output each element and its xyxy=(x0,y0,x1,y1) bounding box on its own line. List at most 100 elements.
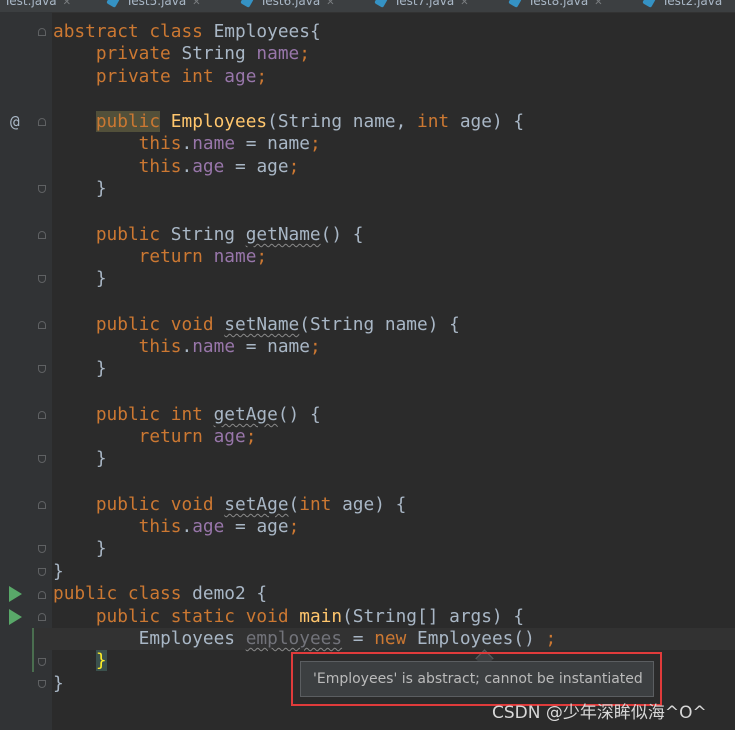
fold-end-icon[interactable] xyxy=(38,568,46,576)
keyword: private int xyxy=(95,66,225,87)
code-line-8[interactable]: } xyxy=(53,178,107,200)
field-name: name xyxy=(256,43,300,64)
fold-icon[interactable] xyxy=(38,321,46,329)
code-line-2[interactable]: private String name; xyxy=(53,43,310,65)
override-marker-icon[interactable]: @ xyxy=(10,112,20,131)
code-line-16[interactable]: } xyxy=(53,358,107,380)
close-icon[interactable]: ✕ xyxy=(326,0,334,8)
dot: . xyxy=(181,133,193,154)
method-name: setName xyxy=(224,314,300,335)
code-line-5[interactable]: public Employees(String name, int age) { xyxy=(53,111,524,133)
keyword: public static void xyxy=(95,606,300,627)
semicolon: ; xyxy=(288,516,300,537)
close-icon[interactable]: ✕ xyxy=(594,0,602,8)
field-name: age xyxy=(224,66,257,87)
java-file-icon xyxy=(240,0,254,8)
params: (String[] args) { xyxy=(342,606,525,627)
error-expression[interactable]: Employees() xyxy=(406,628,545,649)
code-line-19[interactable]: return age; xyxy=(53,426,257,448)
run-main-icon[interactable] xyxy=(9,609,22,625)
semicolon: ; xyxy=(299,43,310,64)
keyword: public void xyxy=(95,314,225,335)
fold-end-icon[interactable] xyxy=(38,275,46,283)
fold-icon[interactable] xyxy=(38,118,46,126)
code-line-30[interactable]: } xyxy=(53,673,64,695)
expression: = age xyxy=(224,156,289,177)
fold-end-icon[interactable] xyxy=(38,658,46,666)
semicolon: ; xyxy=(256,246,268,267)
code-line-6[interactable]: this.name = name; xyxy=(53,133,321,155)
semicolon: ; xyxy=(288,156,300,177)
params: () { xyxy=(320,224,364,245)
tab-label: Test5.java xyxy=(126,0,187,8)
code-line-7[interactable]: this.age = age; xyxy=(53,156,300,178)
keyword: return xyxy=(138,426,214,447)
expression: = name xyxy=(235,133,310,154)
java-file-icon xyxy=(374,0,388,8)
brace: } xyxy=(95,448,107,469)
field-name: age xyxy=(192,516,225,537)
semicolon: ; xyxy=(309,133,321,154)
tab-test2[interactable]: Test2.java xyxy=(642,0,722,12)
keyword: int xyxy=(417,111,450,132)
code-line-25[interactable]: } xyxy=(53,561,64,583)
fold-icon[interactable] xyxy=(38,231,46,239)
fold-end-icon[interactable] xyxy=(38,455,46,463)
code-line-14[interactable]: public void setName(String name) { xyxy=(53,314,460,336)
semicolon: ; xyxy=(309,336,321,357)
class-name: Employees{ xyxy=(213,21,321,42)
method-name: setAge xyxy=(224,494,289,515)
code-line-1[interactable]: abstract class Employees{ xyxy=(53,21,321,43)
fold-icon[interactable] xyxy=(38,501,46,509)
fold-icon[interactable] xyxy=(38,613,46,621)
fold-end-icon[interactable] xyxy=(38,680,46,688)
paren: ( xyxy=(288,494,300,515)
fold-end-icon[interactable] xyxy=(38,545,46,553)
vcs-change-marker[interactable] xyxy=(32,628,34,672)
keyword: public class xyxy=(53,583,193,604)
expression: = name xyxy=(235,336,310,357)
code-line-11[interactable]: return name; xyxy=(53,246,267,268)
close-icon[interactable]: ✕ xyxy=(460,0,468,8)
code-line-18[interactable]: public int getAge() { xyxy=(53,404,321,426)
method-name: getName xyxy=(245,224,321,245)
tab-test[interactable]: Test.java ✕ xyxy=(4,0,71,12)
java-file-icon xyxy=(106,0,120,8)
tab-test7[interactable]: Test7.java ✕ xyxy=(374,0,469,12)
fold-icon[interactable] xyxy=(38,28,46,36)
constructor-name: Employees xyxy=(170,111,268,132)
close-icon[interactable]: ✕ xyxy=(63,0,71,8)
keyword: abstract class xyxy=(53,21,214,42)
code-line-12[interactable]: } xyxy=(53,268,107,290)
params: () { xyxy=(277,404,321,425)
code-line-3[interactable]: private int age; xyxy=(53,66,267,88)
run-class-icon[interactable] xyxy=(9,586,22,602)
close-icon[interactable]: ✕ xyxy=(192,0,200,8)
code-line-10[interactable]: public String getName() { xyxy=(53,224,364,246)
fold-icon[interactable] xyxy=(38,591,46,599)
keyword: this xyxy=(138,133,182,154)
tab-test8[interactable]: Test8.java ✕ xyxy=(508,0,603,12)
keyword: this xyxy=(138,156,182,177)
java-file-icon xyxy=(508,0,522,8)
tab-test5[interactable]: Test5.java ✕ xyxy=(106,0,201,12)
code-line-20[interactable]: } xyxy=(53,448,107,470)
tab-test6[interactable]: Test6.java ✕ xyxy=(240,0,335,12)
keyword: this xyxy=(138,336,182,357)
keyword: new xyxy=(374,628,407,649)
code-line-22[interactable]: public void setAge(int age) { xyxy=(53,494,406,516)
code-line-26[interactable]: public class demo2 { xyxy=(53,583,267,605)
code-line-27[interactable]: public static void main(String[] args) { xyxy=(53,606,524,628)
code-line-29[interactable]: } xyxy=(53,650,107,672)
code-line-24[interactable]: } xyxy=(53,538,107,560)
code-line-28[interactable]: Employees employees = new Employees() ; xyxy=(53,628,557,650)
dot: . xyxy=(181,156,193,177)
code-line-23[interactable]: this.age = age; xyxy=(53,516,300,538)
fold-end-icon[interactable] xyxy=(38,185,46,193)
brace: } xyxy=(53,673,64,694)
unused-variable: employees xyxy=(245,628,343,649)
code-line-15[interactable]: this.name = name; xyxy=(53,336,321,358)
fold-icon[interactable] xyxy=(38,411,46,419)
fold-end-icon[interactable] xyxy=(38,365,46,373)
tab-label: Test7.java xyxy=(394,0,455,8)
